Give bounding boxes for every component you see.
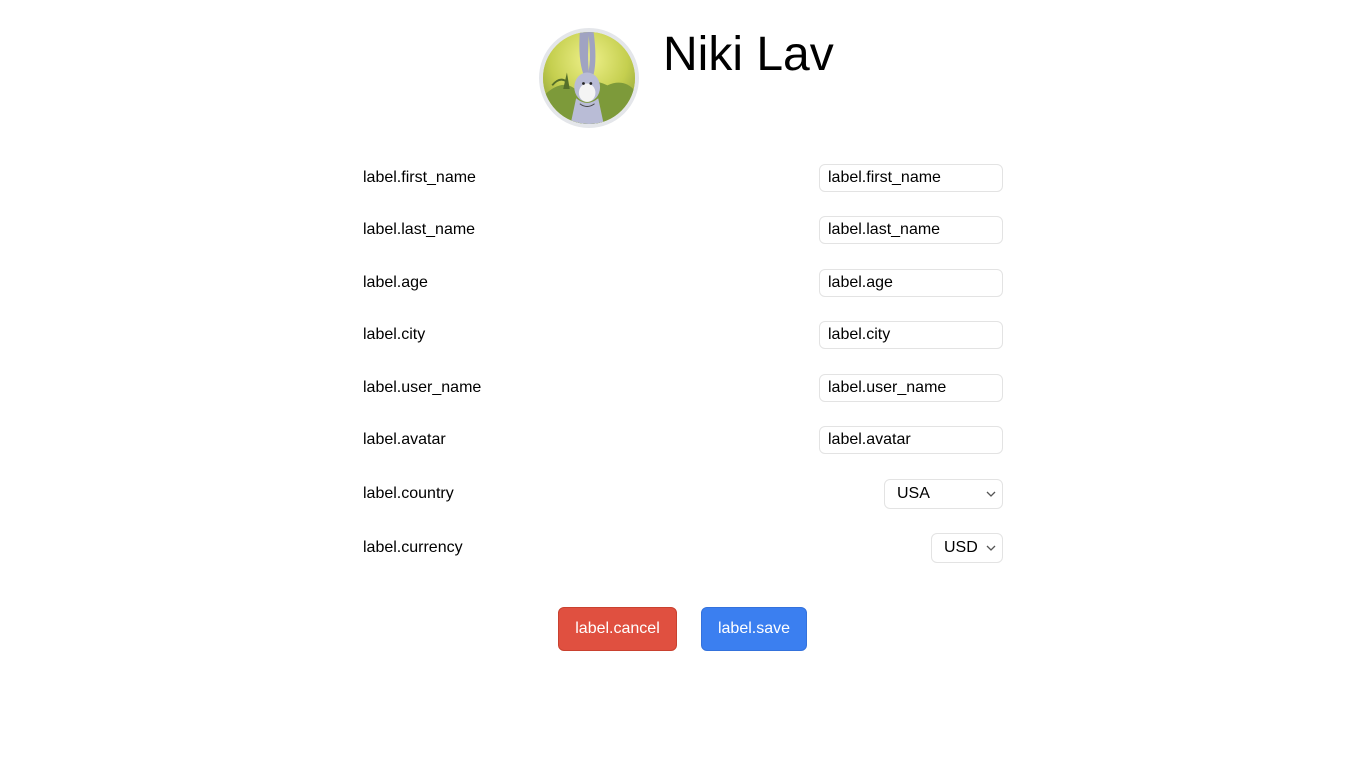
city-input[interactable]: [819, 321, 1003, 349]
city-label: label.city: [363, 326, 426, 343]
form-row-first-name: label.first_name: [363, 163, 1003, 193]
avatar-input[interactable]: [819, 426, 1003, 454]
age-label: label.age: [363, 274, 428, 291]
age-input[interactable]: [819, 269, 1003, 297]
form-row-currency: label.currency USD: [363, 533, 1003, 563]
form-row-city: label.city: [363, 320, 1003, 350]
avatar-label: label.avatar: [363, 431, 446, 448]
save-button[interactable]: label.save: [701, 607, 807, 651]
save-button-label: label.save: [717, 620, 791, 637]
currency-label: label.currency: [363, 539, 463, 556]
last-name-label: label.last_name: [363, 221, 476, 238]
last-name-input[interactable]: [819, 216, 1003, 244]
user-name-label: label.user_name: [363, 379, 482, 396]
first-name-label: label.first_name: [363, 169, 476, 186]
currency-select-value: USD: [944, 539, 978, 556]
form-row-avatar: label.avatar: [363, 425, 1003, 455]
currency-select[interactable]: USD: [931, 533, 1003, 563]
first-name-input[interactable]: [819, 164, 1003, 192]
cancel-button-label: label.cancel: [575, 620, 660, 637]
form-row-last-name: label.last_name: [363, 215, 1003, 245]
country-select[interactable]: USA: [884, 479, 1003, 509]
chevron-down-icon: [984, 545, 998, 551]
avatar-image: [543, 32, 635, 124]
country-select-value: USA: [897, 485, 930, 502]
form-row-user-name: label.user_name: [363, 373, 1003, 403]
user-name-input[interactable]: [819, 374, 1003, 402]
profile-name: Niki Lav: [663, 28, 834, 81]
cancel-button[interactable]: label.cancel: [558, 607, 677, 651]
form-row-age: label.age: [363, 268, 1003, 298]
form-row-country: label.country USA: [363, 479, 1003, 509]
chevron-down-icon: [984, 491, 998, 497]
avatar: [539, 28, 639, 128]
country-label: label.country: [363, 485, 454, 502]
profile-page: Niki Lav label.first_name label.last_nam…: [0, 0, 1350, 784]
